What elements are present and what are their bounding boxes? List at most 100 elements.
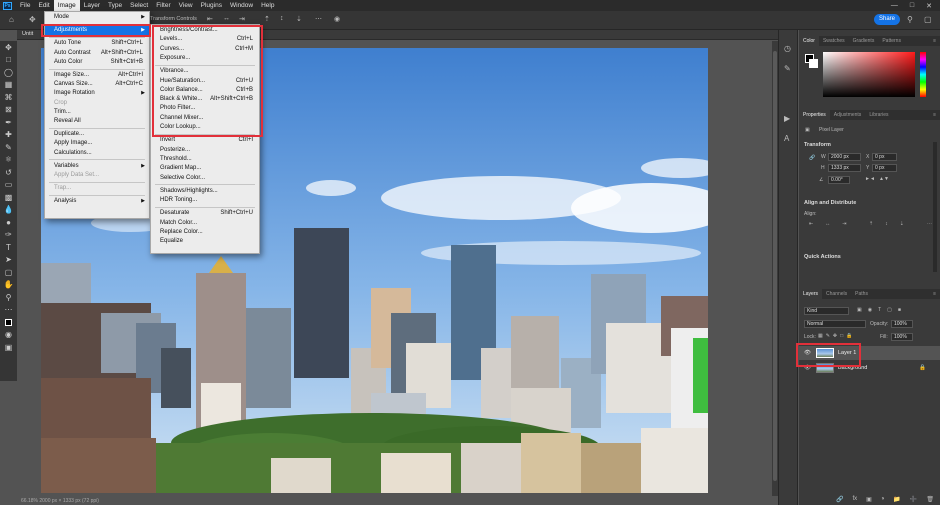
tab-libraries[interactable]: Libraries — [865, 110, 892, 120]
screen-mode-icon[interactable]: ▣ — [0, 341, 17, 354]
gradient-tool-icon[interactable]: ▩ — [0, 191, 17, 204]
delete-layer-icon[interactable]: 🗑 — [926, 496, 934, 505]
tab-color[interactable]: Color — [799, 36, 819, 46]
menu-item-threshold[interactable]: Threshold... — [151, 155, 259, 164]
menu-window[interactable]: Window — [226, 0, 257, 11]
hue-slider[interactable] — [920, 52, 926, 97]
menu-item-match-color[interactable]: Match Color... — [151, 219, 259, 228]
add-mask-icon[interactable]: ▣ — [866, 496, 872, 505]
menu-item-hdr-toning[interactable]: HDR Toning... — [151, 196, 259, 205]
lock-icons[interactable]: ▦✎✥□🔒 — [818, 333, 855, 339]
align-buttons-row1b[interactable]: ⇡↕⇣ — [869, 221, 916, 227]
home-icon[interactable]: ⌂ — [9, 15, 14, 24]
scroll-thumb[interactable] — [773, 51, 777, 481]
tab-properties[interactable]: Properties — [799, 110, 830, 120]
menu-image[interactable]: Image — [53, 0, 80, 11]
close-icon[interactable]: ✕ — [926, 2, 932, 10]
menu-item-apply-image[interactable]: Apply Image... — [45, 139, 149, 148]
zoom-tool-icon[interactable]: ⚲ — [0, 291, 17, 304]
blend-mode-select[interactable]: Normal — [804, 320, 866, 328]
transform-controls-label[interactable]: Transform Controls — [150, 16, 197, 22]
lock-icon[interactable]: 🔒 — [919, 361, 926, 375]
clone-stamp-tool-icon[interactable]: ⚛ — [0, 154, 17, 167]
more-align-icon[interactable]: ⋯ — [927, 221, 932, 227]
history-brush-tool-icon[interactable]: ↺ — [0, 166, 17, 179]
brush-tool-icon[interactable]: ✎ — [0, 141, 17, 154]
menu-edit[interactable]: Edit — [34, 0, 53, 11]
background-color-swatch[interactable] — [809, 59, 818, 68]
actions-panel-icon[interactable]: ▶ — [784, 114, 790, 123]
menu-item-auto-tone[interactable]: Auto Tone Shift+Ctrl+L — [45, 39, 149, 48]
type-tool-icon[interactable]: T — [0, 241, 17, 254]
eyedropper-tool-icon[interactable]: ✒ — [0, 116, 17, 129]
menu-type[interactable]: Type — [104, 0, 126, 11]
menu-item-variables[interactable]: Variables ▶ — [45, 162, 149, 171]
menu-layer[interactable]: Layer — [80, 0, 104, 11]
adjustment-layer-icon[interactable]: ◑ — [881, 496, 885, 505]
layer-filter-icons[interactable]: ▣◉T▢■ — [857, 307, 907, 313]
move-tool-icon[interactable]: ✥ — [29, 15, 36, 24]
align-buttons-row1[interactable]: ⇤↔⇥ — [809, 221, 858, 227]
align-right-icon[interactable]: ⇥ — [239, 15, 245, 23]
tab-swatches[interactable]: Swatches — [819, 36, 849, 46]
align-bottom-icon[interactable]: ⇣ — [296, 15, 302, 23]
quick-actions-heading[interactable]: Quick Actions — [804, 254, 841, 260]
menu-file[interactable]: File — [16, 0, 34, 11]
transform-heading[interactable]: Transform — [804, 142, 831, 148]
maximize-icon[interactable]: □ — [910, 2, 914, 10]
menu-item-replace-color[interactable]: Replace Color... — [151, 228, 259, 237]
menu-view[interactable]: View — [175, 0, 197, 11]
eraser-tool-icon[interactable]: ▭ — [0, 179, 17, 192]
tab-layers[interactable]: Layers — [799, 289, 823, 299]
menu-item-equalize[interactable]: Equalize — [151, 237, 259, 246]
history-panel-icon[interactable]: ◷ — [784, 44, 791, 53]
align-distribute-heading[interactable]: Align and Distribute — [804, 200, 856, 206]
panel-menu-icon[interactable]: ≡ — [929, 289, 940, 299]
fill-field[interactable]: 100% — [891, 333, 913, 341]
menu-item-auto-color[interactable]: Auto Color Shift+Ctrl+B — [45, 58, 149, 67]
path-selection-tool-icon[interactable]: ➤ — [0, 254, 17, 267]
panel-menu-icon[interactable]: ≡ — [929, 110, 940, 120]
menu-item-trim[interactable]: Trim... — [45, 108, 149, 117]
link-layers-icon[interactable]: 🔗 — [836, 496, 843, 505]
color-picker-field[interactable] — [823, 52, 915, 97]
layer-filter-kind[interactable]: Kind — [804, 307, 849, 315]
tab-gradients[interactable]: Gradients — [849, 36, 879, 46]
menu-plugins[interactable]: Plugins — [197, 0, 226, 11]
x-field[interactable]: 0 px — [872, 153, 897, 161]
more-options-icon[interactable]: ⋯ — [315, 15, 322, 23]
menu-filter[interactable]: Filter — [152, 0, 174, 11]
panel-menu-icon[interactable]: ≡ — [929, 36, 940, 46]
menu-item-auto-contrast[interactable]: Auto Contrast Alt+Shift+Ctrl+L — [45, 49, 149, 58]
fx-icon[interactable]: fx — [852, 496, 857, 505]
menu-item-mode[interactable]: Mode ▶ — [45, 13, 149, 22]
quick-mask-icon[interactable]: ◉ — [0, 329, 17, 342]
more-tools-icon[interactable]: ⋯ — [0, 304, 17, 317]
properties-scrollbar[interactable] — [933, 142, 937, 272]
align-center-icon[interactable]: ↔ — [223, 15, 230, 22]
menu-item-desaturate[interactable]: Desaturate Shift+Ctrl+U — [151, 209, 259, 218]
menu-item-canvas-size[interactable]: Canvas Size... Alt+Ctrl+C — [45, 80, 149, 89]
align-middle-icon[interactable]: ↕ — [280, 15, 284, 22]
crop-tool-icon[interactable]: ⌘ — [0, 91, 17, 104]
character-panel-icon[interactable]: A — [784, 134, 789, 143]
minimize-icon[interactable]: — — [891, 2, 898, 10]
frame-tool-icon[interactable]: ⊠ — [0, 104, 17, 117]
healing-brush-tool-icon[interactable]: ✚ — [0, 129, 17, 142]
brush-settings-icon[interactable]: ✎ — [784, 64, 791, 73]
3d-mode-icon[interactable]: ◉ — [334, 15, 340, 23]
menu-item-posterize[interactable]: Posterize... — [151, 146, 259, 155]
height-field[interactable]: 1333 px — [828, 164, 861, 172]
workspace-icon[interactable]: ▢ — [924, 15, 932, 24]
menu-select[interactable]: Select — [126, 0, 152, 11]
menu-help[interactable]: Help — [257, 0, 278, 11]
hand-tool-icon[interactable]: ✋ — [0, 279, 17, 292]
document-tab[interactable]: Untit — [22, 31, 33, 37]
blur-tool-icon[interactable]: 💧 — [0, 204, 17, 217]
object-selection-tool-icon[interactable]: ▦ — [0, 79, 17, 92]
flip-vertical-icon[interactable]: ▲▼ — [879, 176, 889, 182]
align-top-icon[interactable]: ⇡ — [264, 15, 270, 23]
opacity-field[interactable]: 100% — [891, 320, 913, 328]
angle-field[interactable]: 0.00° — [828, 176, 850, 184]
new-group-icon[interactable]: 📁 — [893, 496, 900, 505]
